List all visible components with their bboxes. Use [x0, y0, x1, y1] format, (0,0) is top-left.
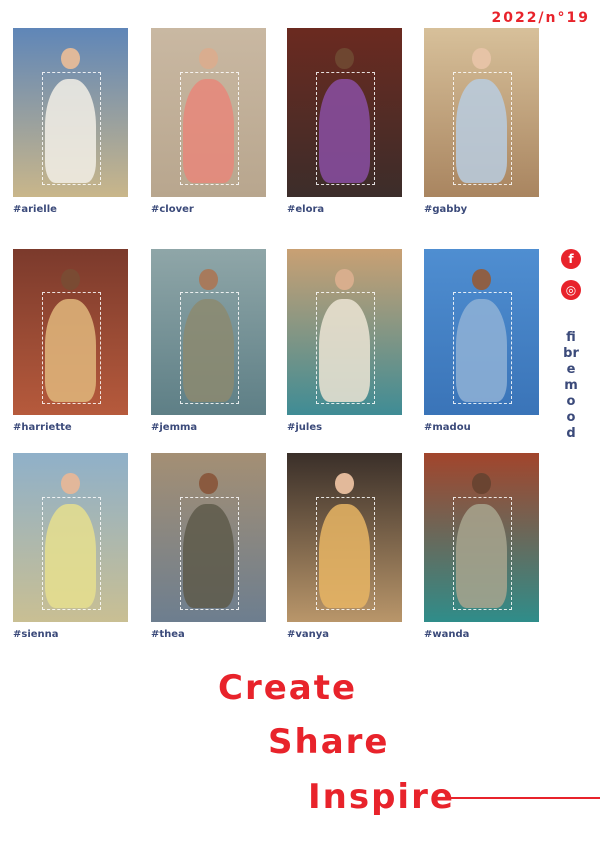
dashed-frame [41, 496, 102, 611]
brand-name: fibremood [563, 330, 579, 441]
look-photo[interactable] [424, 453, 539, 622]
model-head [335, 48, 354, 69]
model-head [199, 268, 218, 290]
model-head [472, 473, 491, 494]
model-head [472, 48, 491, 69]
model-head [61, 473, 80, 494]
dashed-frame [41, 71, 102, 186]
dashed-frame [452, 496, 513, 611]
dashed-frame [315, 71, 376, 186]
look-photo[interactable] [287, 453, 402, 622]
look-tag[interactable]: #jemma [151, 422, 197, 433]
slogan-share: Share [268, 722, 390, 762]
model-head [335, 268, 354, 290]
look-tag[interactable]: #madou [424, 422, 471, 433]
look-tag[interactable]: #thea [151, 629, 185, 640]
look-photo[interactable] [424, 249, 539, 415]
slogan-underline [440, 797, 600, 799]
dashed-frame [41, 292, 102, 404]
look-tag[interactable]: #wanda [424, 629, 469, 640]
look-tag[interactable]: #gabby [424, 204, 467, 215]
look-photo[interactable] [13, 453, 128, 622]
model-head [199, 473, 218, 494]
look-tag[interactable]: #clover [151, 204, 194, 215]
dashed-frame [179, 292, 240, 404]
look-photo[interactable] [151, 249, 266, 415]
look-tag[interactable]: #vanya [287, 629, 329, 640]
look-tag[interactable]: #sienna [13, 629, 59, 640]
look-photo[interactable] [13, 249, 128, 415]
dashed-frame [179, 496, 240, 611]
look-photo[interactable] [151, 28, 266, 197]
model-head [61, 48, 80, 69]
model-head [335, 473, 354, 494]
look-tag[interactable]: #arielle [13, 204, 57, 215]
issue-number: 2022/n°19 [491, 10, 590, 26]
model-head [61, 268, 80, 290]
dashed-frame [179, 71, 240, 186]
model-head [199, 48, 218, 69]
look-photo[interactable] [287, 28, 402, 197]
dashed-frame [315, 292, 376, 404]
dashed-frame [315, 496, 376, 611]
dashed-frame [452, 71, 513, 186]
instagram-icon[interactable]: ◎ [561, 280, 581, 300]
model-head [472, 268, 491, 290]
look-photo[interactable] [13, 28, 128, 197]
dashed-frame [452, 292, 513, 404]
slogan-inspire: Inspire [308, 777, 455, 817]
look-tag[interactable]: #elora [287, 204, 324, 215]
look-photo[interactable] [151, 453, 266, 622]
look-photo[interactable] [287, 249, 402, 415]
look-tag[interactable]: #jules [287, 422, 322, 433]
facebook-icon[interactable]: f [561, 249, 581, 269]
slogan-create: Create [218, 668, 358, 708]
look-photo[interactable] [424, 28, 539, 197]
look-tag[interactable]: #harriette [13, 422, 72, 433]
